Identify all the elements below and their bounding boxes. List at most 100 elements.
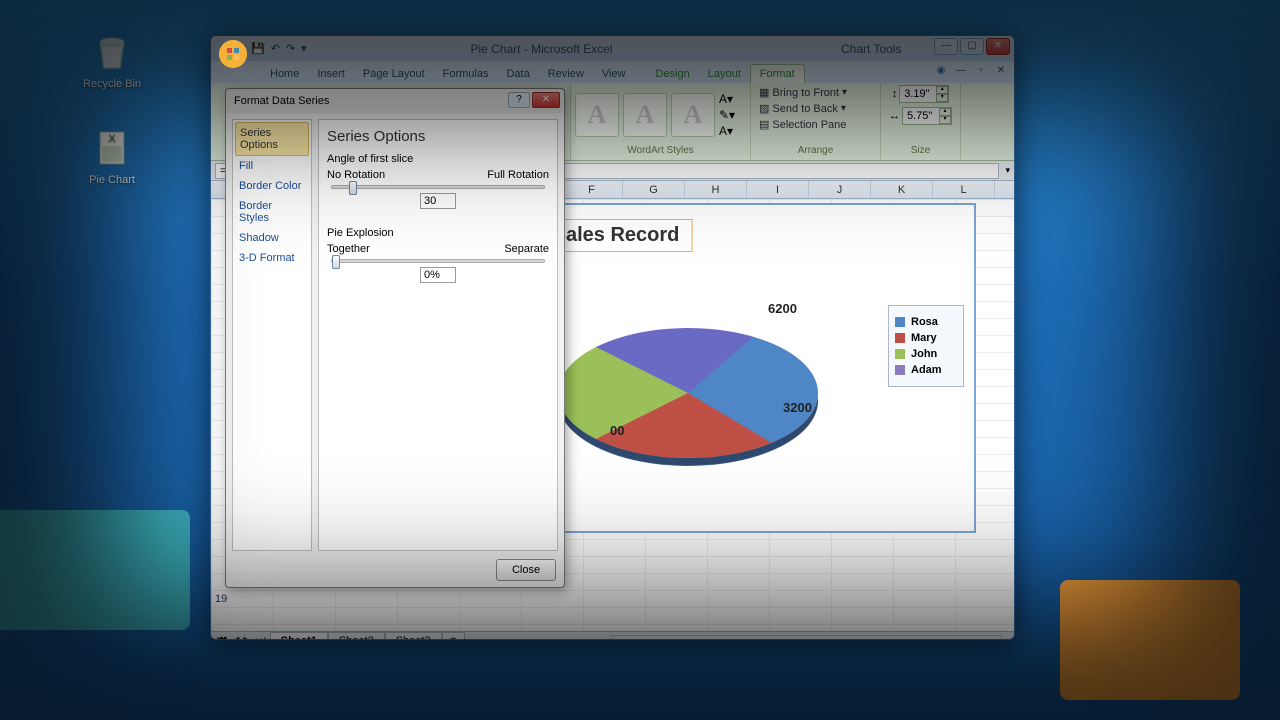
sheet-nav-next-icon[interactable]: ▶: [241, 634, 253, 640]
dialog-help-button[interactable]: ?: [508, 92, 530, 108]
doc-close-button[interactable]: ✕: [994, 64, 1008, 78]
legend-item: Mary: [895, 332, 957, 344]
doc-minimize-button[interactable]: —: [954, 64, 968, 78]
explosion-slider-thumb[interactable]: [332, 255, 340, 269]
sheet-nav-last-icon[interactable]: ⏭: [254, 634, 270, 640]
bring-front-icon: ▦: [759, 86, 769, 99]
legend-item: Rosa: [895, 316, 957, 328]
dialog-main-pane: Series Options Angle of first slice No R…: [318, 119, 558, 551]
dialog-nav: Series Options Fill Border Color Border …: [232, 119, 312, 551]
expand-formula-icon[interactable]: ▾: [1005, 165, 1010, 176]
tab-formulas[interactable]: Formulas: [434, 65, 498, 83]
dialog-title-bar[interactable]: Format Data Series ? ✕: [226, 89, 564, 113]
tab-view[interactable]: View: [593, 65, 635, 83]
nav-border-color[interactable]: Border Color: [235, 176, 309, 196]
text-effects-icon[interactable]: A▾: [719, 124, 735, 138]
legend-item: John: [895, 348, 957, 360]
window-title: Pie Chart - Microsoft Excel: [470, 42, 612, 56]
sheet-nav-first-icon[interactable]: ⏮: [215, 634, 229, 640]
legend-swatch: [895, 333, 905, 343]
tab-review[interactable]: Review: [539, 65, 593, 83]
tab-home[interactable]: Home: [261, 65, 308, 83]
recycle-bin-label: Recycle Bin: [74, 78, 150, 90]
close-button[interactable]: ✕: [986, 38, 1010, 55]
send-back-icon: ▨: [759, 102, 769, 115]
together-label: Together: [327, 243, 370, 255]
wallpaper-shape: [1060, 580, 1240, 700]
angle-value-input[interactable]: [420, 193, 456, 209]
angle-slider-thumb[interactable]: [349, 181, 357, 195]
horizontal-scrollbar[interactable]: [611, 635, 1002, 640]
bring-to-front-button[interactable]: ▦Bring to Front ▾: [755, 85, 851, 100]
separate-label: Separate: [504, 243, 549, 255]
office-button[interactable]: [217, 38, 249, 70]
minimize-button[interactable]: —: [934, 38, 958, 55]
nav-fill[interactable]: Fill: [235, 156, 309, 176]
bin-icon: [92, 32, 132, 72]
legend-item: Adam: [895, 364, 957, 376]
tab-format[interactable]: Format: [750, 64, 805, 83]
selection-pane-button[interactable]: ▤Selection Pane: [755, 117, 850, 132]
tab-data[interactable]: Data: [497, 65, 538, 83]
col-header[interactable]: I: [747, 181, 809, 198]
explosion-value-input[interactable]: [420, 267, 456, 283]
text-outline-icon[interactable]: ✎▾: [719, 108, 735, 122]
send-to-back-button[interactable]: ▨Send to Back ▾: [755, 101, 850, 116]
pie-plot-area[interactable]: [558, 263, 858, 463]
explosion-label: Pie Explosion: [327, 227, 549, 239]
col-header[interactable]: L: [933, 181, 995, 198]
col-header[interactable]: G: [623, 181, 685, 198]
qat-save-icon[interactable]: 💾: [251, 42, 265, 55]
nav-shadow[interactable]: Shadow: [235, 228, 309, 248]
legend-swatch: [895, 349, 905, 359]
pie-disc[interactable]: [558, 328, 818, 458]
pane-heading: Series Options: [327, 128, 549, 145]
nav-border-styles[interactable]: Border Styles: [235, 196, 309, 228]
sheet-tab-2[interactable]: Sheet2: [328, 632, 385, 640]
width-icon: ↔: [889, 110, 900, 122]
arrange-group-label: Arrange: [755, 145, 876, 158]
qat-redo-icon[interactable]: ↷: [286, 42, 295, 55]
sheet-tab-3[interactable]: Sheet3: [385, 632, 442, 640]
text-fill-icon[interactable]: A▾: [719, 92, 735, 106]
angle-label: Angle of first slice: [327, 153, 549, 165]
size-group-label: Size: [885, 145, 956, 158]
col-header[interactable]: K: [871, 181, 933, 198]
dialog-close-x-button[interactable]: ✕: [532, 92, 560, 108]
shape-width-input[interactable]: 5.75"▴▾: [902, 107, 952, 125]
wallpaper-shape: [0, 510, 190, 630]
qat-dropdown-icon[interactable]: ▾: [301, 42, 307, 55]
col-header[interactable]: J: [809, 181, 871, 198]
col-header[interactable]: F: [561, 181, 623, 198]
recycle-bin-icon[interactable]: Recycle Bin: [74, 32, 150, 90]
tab-insert[interactable]: Insert: [308, 65, 354, 83]
doc-restore-button[interactable]: ▫: [974, 64, 988, 78]
wordart-style-2[interactable]: A: [623, 93, 667, 137]
wordart-style-3[interactable]: A: [671, 93, 715, 137]
qat-undo-icon[interactable]: ↶: [271, 42, 280, 55]
shape-height-input[interactable]: 3.19"▴▾: [899, 85, 949, 103]
file-label: Pie Chart: [74, 174, 150, 186]
sheet-nav-prev-icon[interactable]: ◀: [229, 634, 241, 640]
no-rotation-label: No Rotation: [327, 169, 385, 181]
maximize-button[interactable]: ▢: [960, 38, 984, 55]
nav-series-options[interactable]: Series Options: [235, 122, 309, 156]
new-sheet-button[interactable]: ✸: [442, 632, 465, 641]
legend-swatch: [895, 317, 905, 327]
dialog-close-button[interactable]: Close: [496, 559, 556, 581]
wordart-style-1[interactable]: A: [575, 93, 619, 137]
nav-3d-format[interactable]: 3-D Format: [235, 248, 309, 268]
tab-page-layout[interactable]: Page Layout: [354, 65, 434, 83]
col-header[interactable]: H: [685, 181, 747, 198]
sheet-tab-1[interactable]: Sheet1: [270, 632, 328, 640]
chart-legend[interactable]: Rosa Mary John Adam: [888, 305, 964, 387]
help-icon[interactable]: ◉: [934, 64, 948, 78]
wordart-group-label: WordArt Styles: [575, 145, 746, 158]
svg-text:X: X: [108, 133, 116, 145]
angle-slider[interactable]: [331, 185, 545, 189]
ribbon-tabs: Home Insert Page Layout Formulas Data Re…: [211, 61, 1014, 83]
tab-design[interactable]: Design: [646, 65, 698, 83]
explosion-slider[interactable]: [331, 259, 545, 263]
file-icon-piechart[interactable]: X Pie Chart: [74, 128, 150, 186]
tab-layout[interactable]: Layout: [699, 65, 750, 83]
